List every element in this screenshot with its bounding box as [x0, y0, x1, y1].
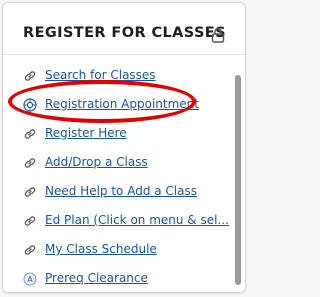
link-label[interactable]: Prereq Clearance: [45, 271, 148, 285]
gear-circle-icon: [23, 98, 37, 112]
lock-icon[interactable]: [211, 27, 225, 43]
circle-a-icon: A: [23, 272, 37, 286]
link-icon: [24, 129, 36, 139]
link-label[interactable]: Need Help to Add a Class: [45, 184, 197, 198]
link-label[interactable]: Registration Appointment: [45, 97, 199, 111]
link-search-for-classes[interactable]: Search for Classes: [23, 67, 233, 89]
link-icon: [24, 71, 36, 81]
link-icon: [24, 216, 36, 226]
link-icon: [24, 245, 36, 255]
link-label[interactable]: Add/Drop a Class: [45, 155, 148, 169]
link-my-class-schedule[interactable]: My Class Schedule: [23, 241, 233, 263]
link-need-help-to-add-a-class[interactable]: Need Help to Add a Class: [23, 183, 233, 205]
register-for-classes-panel: REGISTER FOR CLASSES Search for Classes …: [2, 2, 246, 293]
link-ed-plan[interactable]: Ed Plan (Click on menu & sel...: [23, 212, 233, 234]
svg-text:A: A: [27, 275, 33, 284]
link-label[interactable]: Search for Classes: [45, 68, 156, 82]
scrollbar[interactable]: [235, 75, 241, 285]
link-prereq-clearance[interactable]: A Prereq Clearance: [23, 270, 233, 292]
link-label[interactable]: Register Here: [45, 126, 127, 140]
link-add-drop-a-class[interactable]: Add/Drop a Class: [23, 154, 233, 176]
link-icon: [24, 158, 36, 168]
link-register-here[interactable]: Register Here: [23, 125, 233, 147]
link-icon: [24, 187, 36, 197]
link-label[interactable]: Ed Plan (Click on menu & sel...: [45, 213, 229, 227]
panel-header: REGISTER FOR CLASSES: [3, 3, 245, 55]
link-label[interactable]: My Class Schedule: [45, 242, 157, 256]
link-registration-appointment[interactable]: Registration Appointment: [23, 96, 233, 118]
panel-title: REGISTER FOR CLASSES: [23, 25, 226, 41]
